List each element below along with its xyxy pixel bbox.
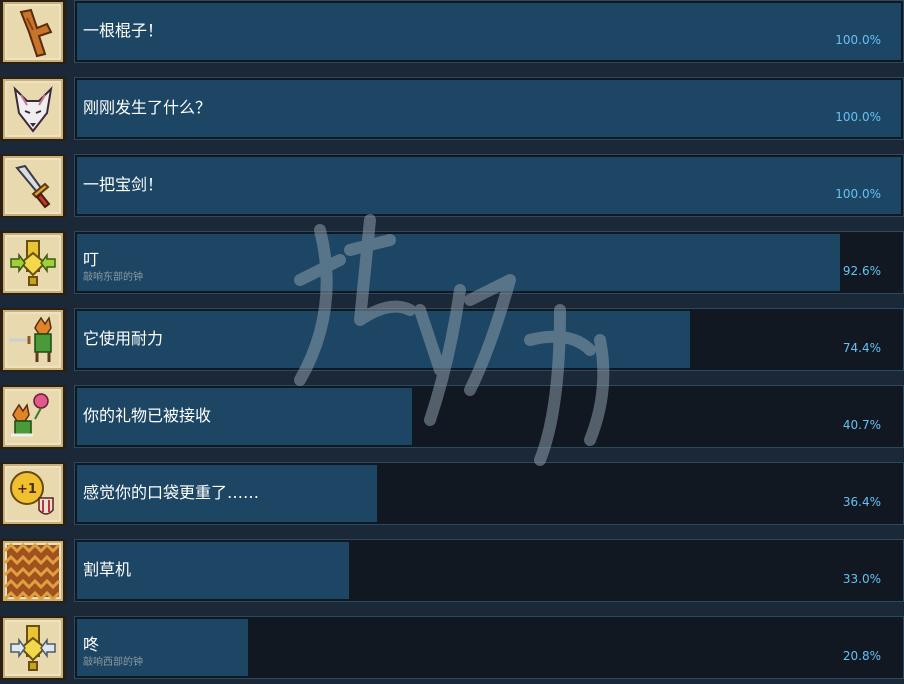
progress-bar: 刚刚发生了什么？ 100.0% bbox=[74, 77, 904, 140]
progress-bar: 感觉你的口袋更重了…… 36.4% bbox=[74, 462, 904, 525]
bell-east-icon bbox=[10, 240, 56, 286]
achievement-row[interactable]: 你的礼物已被接收 40.7% bbox=[0, 385, 904, 451]
achievement-icon-frame bbox=[0, 0, 66, 64]
fox-mask-icon bbox=[13, 86, 53, 133]
achievement-percent: 100.0% bbox=[835, 110, 881, 124]
progress-bar: 一把宝剑！ 100.0% bbox=[74, 154, 904, 217]
progress-bar: 你的礼物已被接收 40.7% bbox=[74, 385, 904, 448]
achievement-title: 咚 bbox=[83, 635, 100, 654]
achievement-description: 敲响西部的钟 bbox=[83, 657, 143, 668]
coin-plus-one-icon: +1 bbox=[10, 471, 54, 515]
progress-fill bbox=[77, 311, 690, 368]
achievement-icon-frame bbox=[0, 539, 66, 603]
achievement-title: 一把宝剑！ bbox=[83, 175, 164, 194]
achievement-title: 割草机 bbox=[83, 560, 132, 579]
progress-fill bbox=[77, 157, 901, 214]
achievement-title: 它使用耐力 bbox=[83, 329, 164, 348]
achievement-row[interactable]: +1 感觉你的口袋更重了…… 36.4% bbox=[0, 462, 904, 528]
progress-bar: 叮 敲响东部的钟 92.6% bbox=[74, 231, 904, 294]
achievement-title: 感觉你的口袋更重了…… bbox=[83, 483, 260, 502]
achievement-title: 叮 bbox=[83, 250, 100, 269]
achievement-percent: 33.0% bbox=[842, 572, 881, 586]
achievement-percent: 40.7% bbox=[842, 418, 881, 432]
achievement-icon-frame bbox=[0, 308, 66, 372]
stick-icon bbox=[19, 8, 53, 58]
achievement-percent: 100.0% bbox=[835, 33, 881, 47]
achievement-icon-frame bbox=[0, 385, 66, 449]
progress-bar: 一根棍子！ 100.0% bbox=[74, 0, 904, 63]
achievement-title: 你的礼物已被接收 bbox=[83, 406, 212, 425]
fox-flower-icon bbox=[11, 393, 49, 437]
progress-fill bbox=[77, 234, 840, 291]
achievement-percent: 92.6% bbox=[842, 264, 881, 278]
achievement-row[interactable]: 叮 敲响东部的钟 92.6% bbox=[0, 231, 904, 297]
achievement-icon-frame: +1 bbox=[0, 462, 66, 526]
grass-icon bbox=[3, 542, 61, 601]
progress-bar: 割草机 33.0% bbox=[74, 539, 904, 602]
achievement-title: 一根棍子！ bbox=[83, 21, 164, 40]
achievement-description: 敲响东部的钟 bbox=[83, 272, 143, 283]
bell-west-icon bbox=[10, 625, 56, 671]
achievement-row[interactable]: 它使用耐力 74.4% bbox=[0, 308, 904, 374]
sword-icon bbox=[15, 164, 51, 209]
achievement-row[interactable]: 咚 敲响西部的钟 20.8% bbox=[0, 616, 904, 682]
achievement-percent: 20.8% bbox=[842, 649, 881, 663]
progress-fill bbox=[77, 3, 901, 60]
progress-bar: 它使用耐力 74.4% bbox=[74, 308, 904, 371]
achievement-row[interactable]: 割草机 33.0% bbox=[0, 539, 904, 605]
achievement-percent: 100.0% bbox=[835, 187, 881, 201]
svg-text:+1: +1 bbox=[17, 482, 37, 497]
achievement-row[interactable]: 一把宝剑！ 100.0% bbox=[0, 154, 904, 220]
achievement-title: 刚刚发生了什么？ bbox=[83, 98, 212, 117]
achievement-icon-frame bbox=[0, 616, 66, 680]
fox-sword-icon bbox=[9, 316, 52, 362]
achievement-row[interactable]: 一根棍子！ 100.0% bbox=[0, 0, 904, 66]
achievement-icon-frame bbox=[0, 231, 66, 295]
achievement-icon-frame bbox=[0, 154, 66, 218]
achievement-percent: 36.4% bbox=[842, 495, 881, 509]
progress-bar: 咚 敲响西部的钟 20.8% bbox=[74, 616, 904, 679]
achievement-percent: 74.4% bbox=[842, 341, 881, 355]
achievement-icon-frame bbox=[0, 77, 66, 141]
achievement-row[interactable]: 刚刚发生了什么？ 100.0% bbox=[0, 77, 904, 143]
